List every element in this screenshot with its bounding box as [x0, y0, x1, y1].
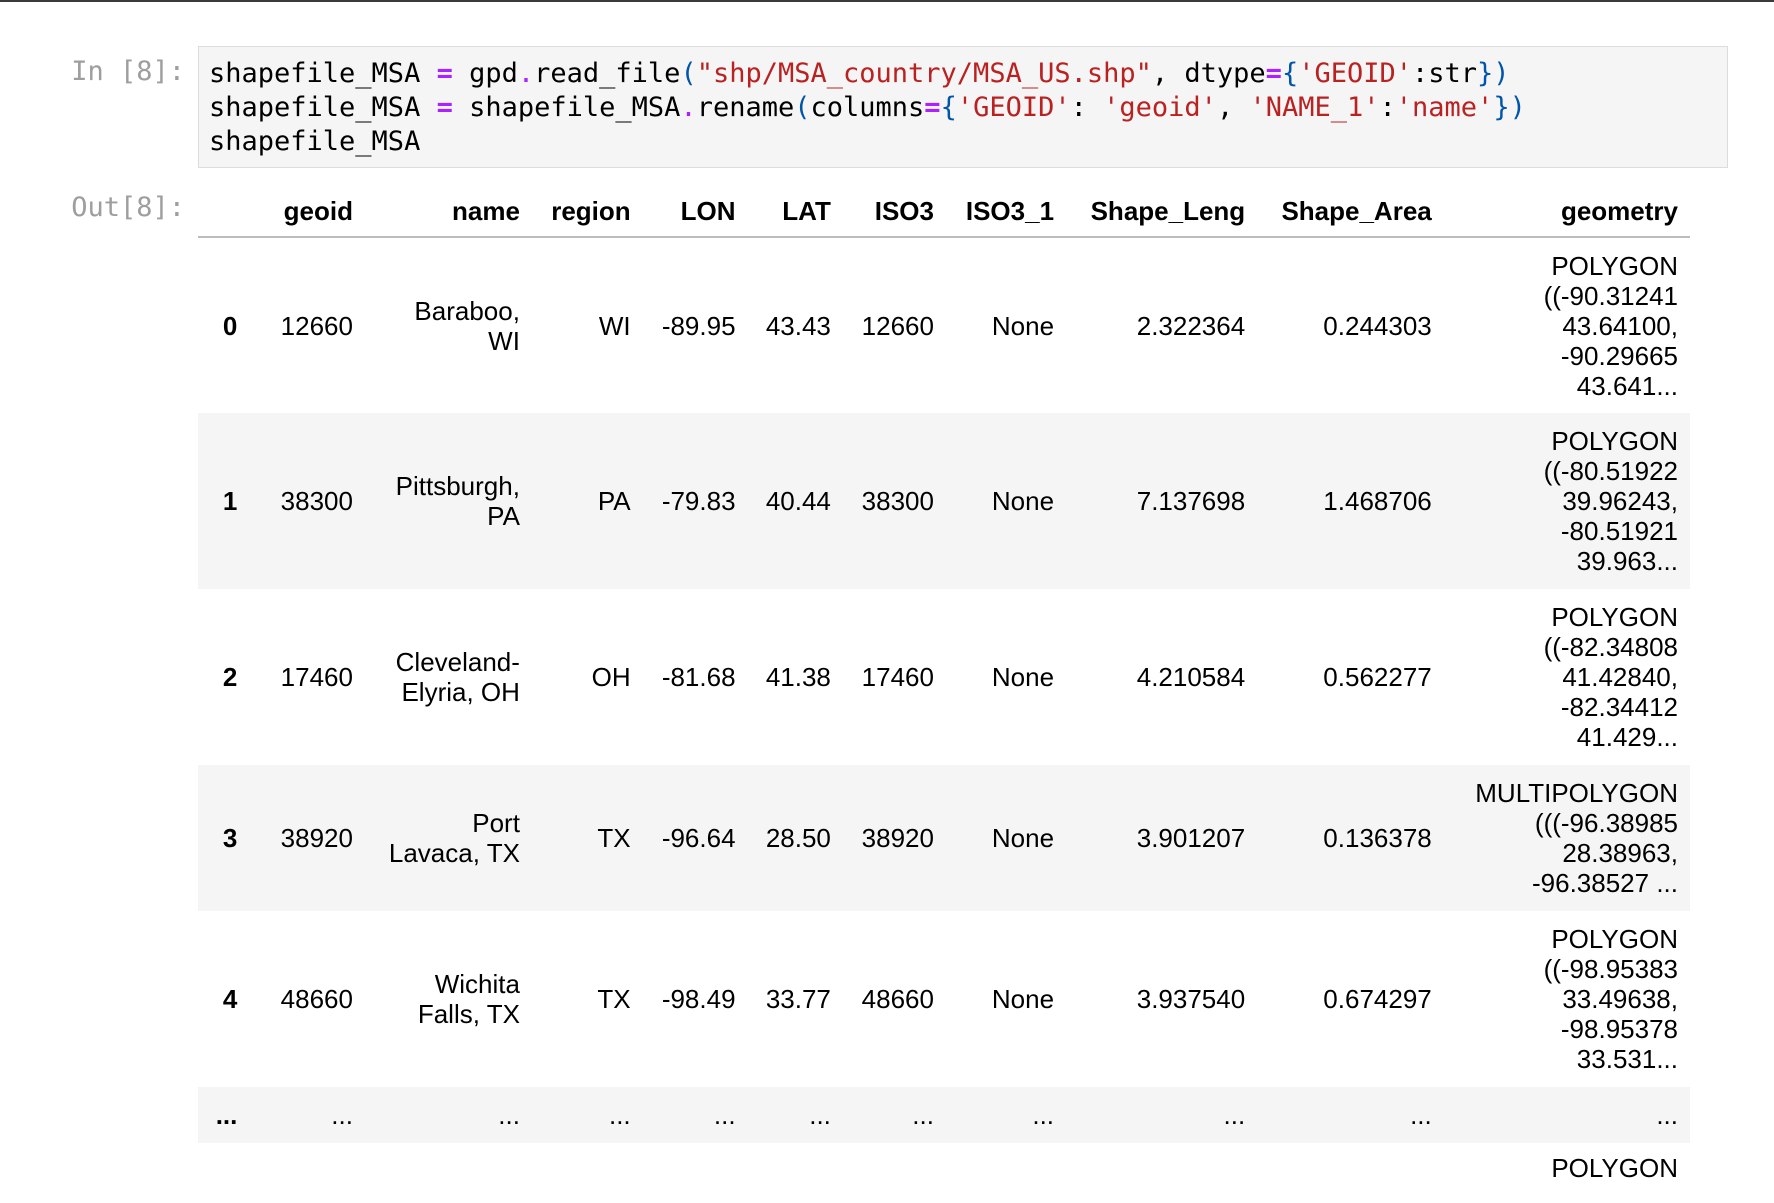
table-row: 1 38300 Pittsburgh, PA PA -79.83 40.44 38…: [198, 413, 1690, 589]
column-header-iso3: ISO3: [842, 186, 946, 238]
row-index: 4: [222, 984, 238, 1014]
row-index: 1: [222, 486, 238, 516]
table-row: 3 38920 Port Lavaca, TX TX -96.64 28.50 3…: [198, 765, 1690, 911]
cell-name: Wichita Falls, TX: [417, 969, 520, 1029]
cell-geoid: 38920: [280, 823, 353, 853]
cell-name: Cleveland- Elyria, OH: [395, 647, 520, 707]
cell-region: PA: [597, 486, 631, 516]
cell-shape-leng: 3.901207: [1136, 823, 1246, 853]
ellipsis-cell: ...: [331, 1100, 353, 1130]
cell-shape-leng: 7.137698: [1136, 486, 1246, 516]
cell-iso3: 17460: [861, 662, 934, 692]
ellipsis-cell: ...: [1410, 1100, 1432, 1130]
cell-geometry: POLYGON: [1551, 1153, 1678, 1183]
table-row: 0 12660 Baraboo, WI WI -89.95 43.43 12660…: [198, 237, 1690, 413]
cell-shape-leng: 4.210584: [1136, 662, 1246, 692]
dataframe-output: geoid name region LON LAT ISO3 ISO3_1 Sh…: [198, 186, 1690, 1203]
ellipsis-cell: ...: [215, 1100, 238, 1130]
ellipsis-cell: ...: [1656, 1100, 1678, 1130]
column-header-geoid: geoid: [249, 186, 365, 238]
cell-shape-area: 0.674297: [1323, 984, 1432, 1014]
ellipsis-cell: ...: [498, 1100, 520, 1130]
cell-iso3: 12660: [861, 310, 934, 341]
cell-iso3: 48660: [861, 984, 934, 1014]
cell-geometry: POLYGON ((-80.51922 39.96243, -80.51921 39.9…: [1543, 426, 1678, 576]
top-divider: [0, 0, 1774, 2]
cell-iso3: 38300: [861, 486, 934, 516]
cell-region: TX: [597, 823, 631, 853]
cell-region: WI: [598, 310, 631, 341]
column-header-geometry: geometry: [1443, 186, 1690, 238]
cell-iso3-1: None: [991, 984, 1055, 1014]
cell-name: Baraboo, WI: [414, 295, 520, 356]
column-header-shape-leng: Shape_Leng: [1066, 186, 1258, 238]
ellipsis-cell: ...: [1032, 1100, 1055, 1130]
column-header-name: name: [364, 186, 532, 238]
column-header-region: region: [531, 186, 643, 238]
cell-shape-leng: 2.322364: [1136, 310, 1246, 341]
cell-geoid: 12660: [280, 310, 353, 341]
ellipsis-cell: ...: [713, 1100, 736, 1130]
cell-lon: -98.49: [661, 984, 736, 1014]
cell-name: Port Lavaca, TX: [388, 808, 520, 868]
cell-lon: -89.95: [661, 310, 736, 341]
ellipsis-cell: ...: [608, 1100, 631, 1130]
cell-shape-area: 1.468706: [1323, 486, 1432, 516]
cell-name: Pittsburgh, PA: [395, 471, 520, 531]
output-prompt: Out[8]:: [71, 192, 185, 223]
cell-region: TX: [597, 984, 631, 1014]
cell-region: OH: [591, 662, 631, 692]
column-header-iso3-1: ISO3_1: [945, 186, 1067, 238]
cell-shape-area: 0.244303: [1323, 310, 1432, 341]
dataframe-table: geoid name region LON LAT ISO3 ISO3_1 Sh…: [198, 186, 1690, 1203]
row-index: 0: [222, 310, 238, 341]
column-header-lat: LAT: [747, 186, 843, 238]
cell-iso3-1: None: [991, 310, 1055, 341]
cell-shape-area: 0.562277: [1323, 662, 1432, 692]
cell-geometry: POLYGON ((-98.95383 33.49638, -98.95378 33.5…: [1543, 924, 1678, 1074]
table-header-row: geoid name region LON LAT ISO3 ISO3_1 Sh…: [198, 186, 1690, 238]
row-index: 3: [222, 823, 238, 853]
code-cell-editor[interactable]: shapefile_MSA = gpd.read_file("shp/MSA_c…: [198, 46, 1728, 168]
input-prompt: In [8]:: [71, 56, 185, 87]
cell-lon: -81.68: [661, 662, 736, 692]
cell-shape-area: 0.136378: [1323, 823, 1432, 853]
cell-lat: 43.43: [765, 310, 831, 341]
cell-geoid: 38300: [280, 486, 353, 516]
table-row: 2 17460 Cleveland- Elyria, OH OH -81.68 4…: [198, 589, 1690, 765]
cell-geoid: 17460: [280, 662, 353, 692]
ellipsis-cell: ...: [1223, 1100, 1246, 1130]
cell-lat: 41.38: [765, 662, 831, 692]
cell-iso3-1: None: [991, 823, 1055, 853]
cell-lon: -79.83: [661, 486, 736, 516]
column-header-shape-area: Shape_Area: [1257, 186, 1444, 238]
cell-lat: 40.44: [765, 486, 831, 516]
cell-iso3-1: None: [991, 662, 1055, 692]
row-index: 2: [222, 662, 238, 692]
ellipsis-cell: ...: [912, 1100, 934, 1130]
cell-lat: 28.50: [765, 823, 831, 853]
cell-geometry: POLYGON ((-82.34808 41.42840, -82.34412 41.4…: [1543, 602, 1678, 752]
column-header-index: [198, 186, 250, 238]
cell-shape-leng: 3.937540: [1136, 984, 1246, 1014]
cell-geometry: POLYGON ((-90.31241 43.64100, -90.29665 43.6…: [1543, 250, 1678, 401]
table-row: 4 48660 Wichita Falls, TX TX -98.49 33.77…: [198, 911, 1690, 1087]
cell-iso3-1: None: [991, 486, 1055, 516]
column-header-lon: LON: [642, 186, 748, 238]
cell-geometry: MULTIPOLYGON (((-96.38985 28.38963, -96.385…: [1475, 778, 1678, 898]
cell-geoid: 48660: [280, 984, 353, 1014]
cell-iso3: 38920: [861, 823, 934, 853]
ellipsis-row: ... ... ... ... ... ... ... ... ... ... …: [198, 1087, 1690, 1143]
ellipsis-cell: ...: [809, 1100, 831, 1130]
table-row-partial: POLYGON: [198, 1143, 1690, 1203]
cell-lat: 33.77: [765, 984, 831, 1014]
cell-lon: -96.64: [661, 823, 736, 853]
